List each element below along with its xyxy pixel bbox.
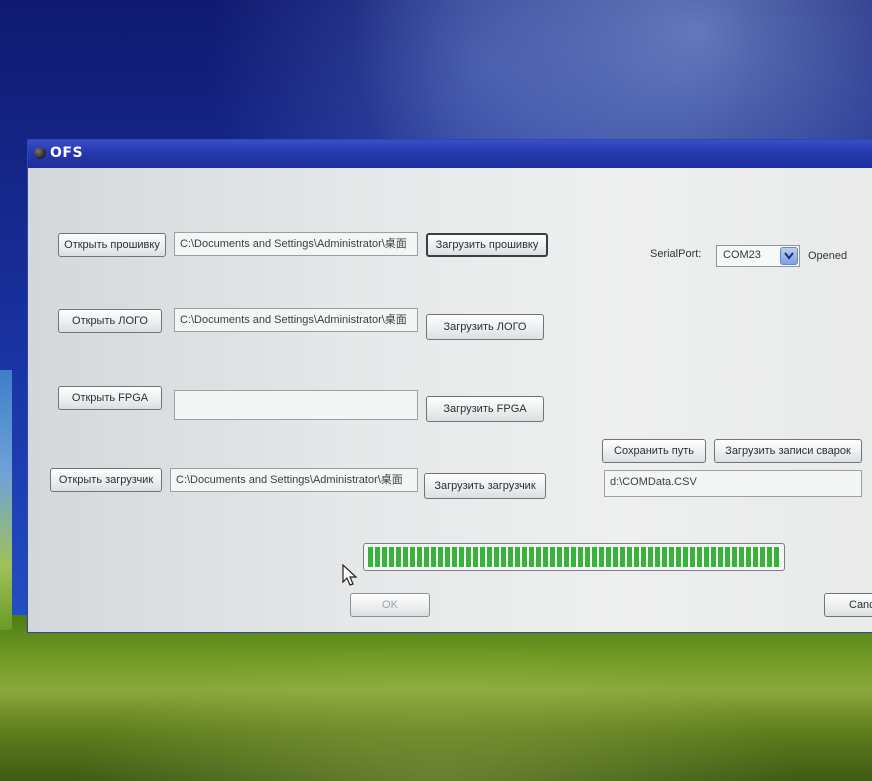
cancel-button[interactable]: Canc	[824, 593, 872, 617]
progress-track	[368, 547, 780, 567]
window-client-area: Открыть прошивку C:\Documents and Settin…	[28, 168, 872, 632]
serialport-status: Opened	[808, 250, 848, 262]
serialport-select[interactable]: COM23	[716, 245, 800, 267]
app-icon	[34, 147, 46, 159]
window-title: OFS	[50, 145, 84, 161]
ofs-window: OFS Открыть прошивку C:\Documents and Se…	[28, 140, 872, 632]
open-firmware-button[interactable]: Открыть прошивку	[58, 233, 166, 257]
load-fpga-button[interactable]: Загрузить FPGA	[426, 396, 544, 422]
background-window-edge	[0, 370, 12, 630]
load-weld-records-button[interactable]: Загрузить записи сварок	[714, 439, 862, 463]
logo-path-field[interactable]: C:\Documents and Settings\Administrator\…	[174, 308, 418, 332]
open-logo-button[interactable]: Открыть ЛОГО	[58, 309, 162, 333]
open-loader-button[interactable]: Открыть загрузчик	[50, 468, 162, 492]
mouse-pointer-icon	[342, 564, 358, 586]
loader-path-field[interactable]: C:\Documents and Settings\Administrator\…	[170, 468, 418, 492]
load-loader-button[interactable]: Загрузить загрузчик	[424, 473, 546, 499]
desktop-grass	[0, 615, 872, 781]
load-logo-button[interactable]: Загрузить ЛОГО	[426, 314, 544, 340]
serialport-label: SerialPort:	[650, 248, 702, 260]
chevron-down-icon[interactable]	[780, 247, 798, 265]
fpga-path-field[interactable]	[174, 390, 418, 420]
open-fpga-button[interactable]: Открыть FPGA	[58, 386, 162, 410]
ok-button[interactable]: OK	[350, 593, 430, 617]
records-file-field[interactable]: d:\COMData.CSV	[604, 470, 862, 497]
title-bar[interactable]: OFS	[28, 140, 872, 168]
load-firmware-button[interactable]: Загрузить прошивку	[426, 233, 548, 257]
save-path-button[interactable]: Сохранить путь	[602, 439, 706, 463]
progress-fill	[368, 547, 780, 567]
serialport-value: COM23	[723, 249, 761, 261]
upload-progress-bar	[363, 543, 785, 571]
firmware-path-field[interactable]: C:\Documents and Settings\Administrator\…	[174, 232, 418, 256]
